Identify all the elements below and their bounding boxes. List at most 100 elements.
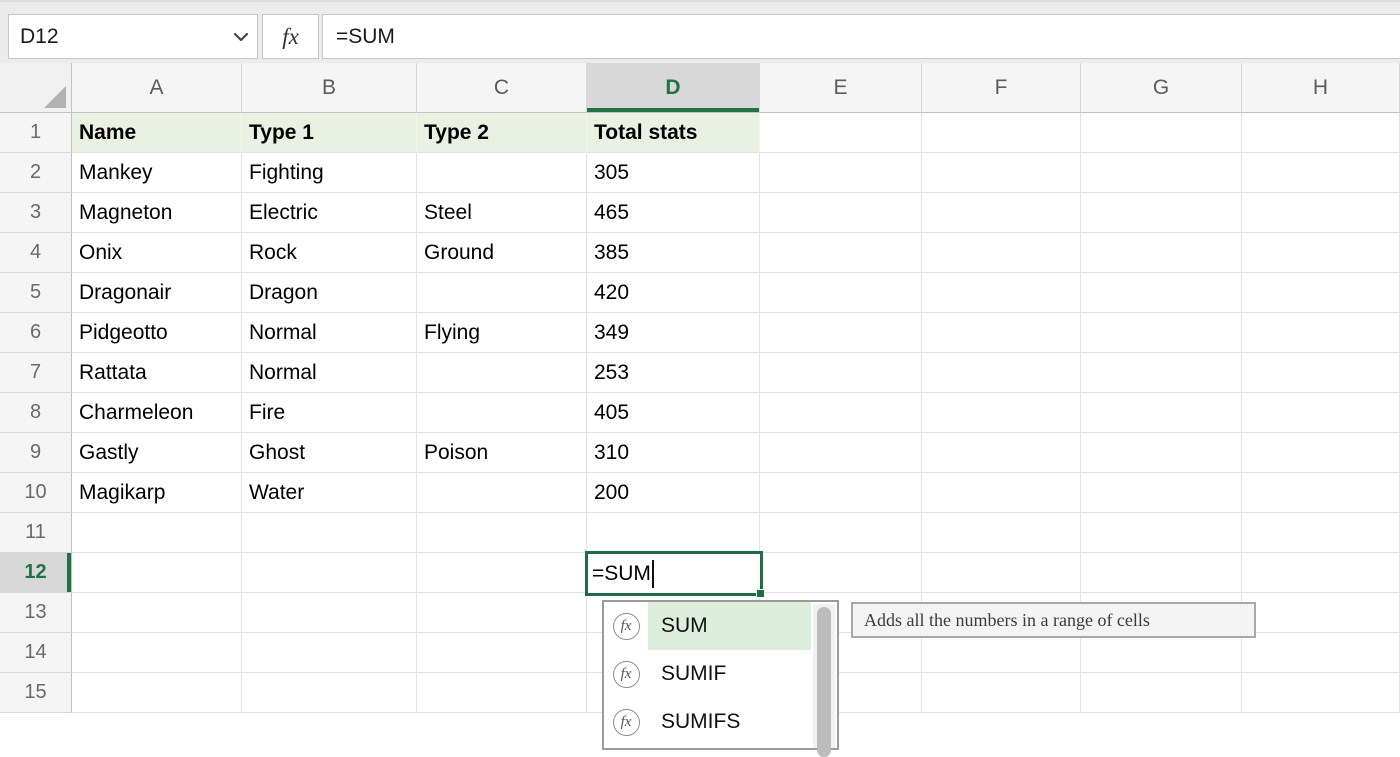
cell-A14[interactable] [72,633,242,673]
cell-D2[interactable]: 305 [587,153,760,193]
active-cell-editor[interactable]: =SUM [585,551,763,596]
cell-D7[interactable]: 253 [587,353,760,393]
cell-G7[interactable] [1081,353,1242,393]
cell-E9[interactable] [760,433,922,473]
cell-H5[interactable] [1242,273,1400,313]
cell-B4[interactable]: Rock [242,233,417,273]
cell-G1[interactable] [1081,113,1242,153]
cell-A4[interactable]: Onix [72,233,242,273]
row-header-13[interactable]: 13 [0,593,72,633]
name-box[interactable]: D12 [8,14,258,59]
cell-G14[interactable] [1081,633,1242,673]
cell-F10[interactable] [922,473,1081,513]
cell-D1[interactable]: Total stats [587,113,760,153]
cell-B12[interactable] [242,553,417,593]
cell-A12[interactable] [72,553,242,593]
row-header-10[interactable]: 10 [0,473,72,513]
column-header-D[interactable]: D [587,63,760,113]
cell-B13[interactable] [242,593,417,633]
row-header-4[interactable]: 4 [0,233,72,273]
cell-H9[interactable] [1242,433,1400,473]
cell-A15[interactable] [72,673,242,713]
cell-H10[interactable] [1242,473,1400,513]
cell-H8[interactable] [1242,393,1400,433]
cell-D3[interactable]: 465 [587,193,760,233]
cell-H7[interactable] [1242,353,1400,393]
cell-F7[interactable] [922,353,1081,393]
cell-B11[interactable] [242,513,417,553]
cell-E10[interactable] [760,473,922,513]
autocomplete-item-sumif[interactable]: fxSUMIF [604,650,837,698]
row-header-6[interactable]: 6 [0,313,72,353]
autocomplete-scrollbar[interactable] [813,604,835,748]
cell-F15[interactable] [922,673,1081,713]
cell-G5[interactable] [1081,273,1242,313]
cell-C13[interactable] [417,593,587,633]
cell-G10[interactable] [1081,473,1242,513]
cell-E11[interactable] [760,513,922,553]
row-header-5[interactable]: 5 [0,273,72,313]
cell-G4[interactable] [1081,233,1242,273]
cell-H14[interactable] [1242,633,1400,673]
cell-E7[interactable] [760,353,922,393]
formula-bar-input[interactable]: =SUM [322,14,1400,59]
row-header-9[interactable]: 9 [0,433,72,473]
cell-G6[interactable] [1081,313,1242,353]
cell-C4[interactable]: Ground [417,233,587,273]
cell-B15[interactable] [242,673,417,713]
cell-H11[interactable] [1242,513,1400,553]
cell-E3[interactable] [760,193,922,233]
cell-D5[interactable]: 420 [587,273,760,313]
cell-G9[interactable] [1081,433,1242,473]
column-header-B[interactable]: B [242,63,417,113]
cell-H13[interactable] [1242,593,1400,633]
cell-B1[interactable]: Type 1 [242,113,417,153]
cell-B3[interactable]: Electric [242,193,417,233]
cell-C14[interactable] [417,633,587,673]
cell-H4[interactable] [1242,233,1400,273]
cell-D8[interactable]: 405 [587,393,760,433]
column-header-F[interactable]: F [922,63,1081,113]
cell-G15[interactable] [1081,673,1242,713]
column-header-C[interactable]: C [417,63,587,113]
cell-E12[interactable] [760,553,922,593]
cell-H12[interactable] [1242,553,1400,593]
row-header-12[interactable]: 12 [0,553,72,593]
row-header-14[interactable]: 14 [0,633,72,673]
select-all-corner[interactable] [0,63,72,113]
cell-C5[interactable] [417,273,587,313]
cell-A2[interactable]: Mankey [72,153,242,193]
insert-function-button[interactable]: fx [262,14,319,59]
column-header-H[interactable]: H [1242,63,1400,113]
cell-E6[interactable] [760,313,922,353]
cell-C1[interactable]: Type 2 [417,113,587,153]
cell-A13[interactable] [72,593,242,633]
cell-C2[interactable] [417,153,587,193]
row-header-15[interactable]: 15 [0,673,72,713]
cell-C12[interactable] [417,553,587,593]
cell-C11[interactable] [417,513,587,553]
cell-C7[interactable] [417,353,587,393]
cell-F2[interactable] [922,153,1081,193]
cell-C8[interactable] [417,393,587,433]
row-header-8[interactable]: 8 [0,393,72,433]
cell-H2[interactable] [1242,153,1400,193]
autocomplete-item-sumifs[interactable]: fxSUMIFS [604,698,837,746]
scrollbar-thumb[interactable] [817,607,831,757]
row-header-3[interactable]: 3 [0,193,72,233]
cell-A11[interactable] [72,513,242,553]
cell-F14[interactable] [922,633,1081,673]
cell-C10[interactable] [417,473,587,513]
cell-F12[interactable] [922,553,1081,593]
cell-C6[interactable]: Flying [417,313,587,353]
cell-A5[interactable]: Dragonair [72,273,242,313]
cell-B6[interactable]: Normal [242,313,417,353]
column-header-A[interactable]: A [72,63,242,113]
fill-handle[interactable] [756,589,765,598]
cell-H3[interactable] [1242,193,1400,233]
cell-G2[interactable] [1081,153,1242,193]
cell-A3[interactable]: Magneton [72,193,242,233]
cell-B5[interactable]: Dragon [242,273,417,313]
cell-C15[interactable] [417,673,587,713]
row-header-1[interactable]: 1 [0,113,72,153]
